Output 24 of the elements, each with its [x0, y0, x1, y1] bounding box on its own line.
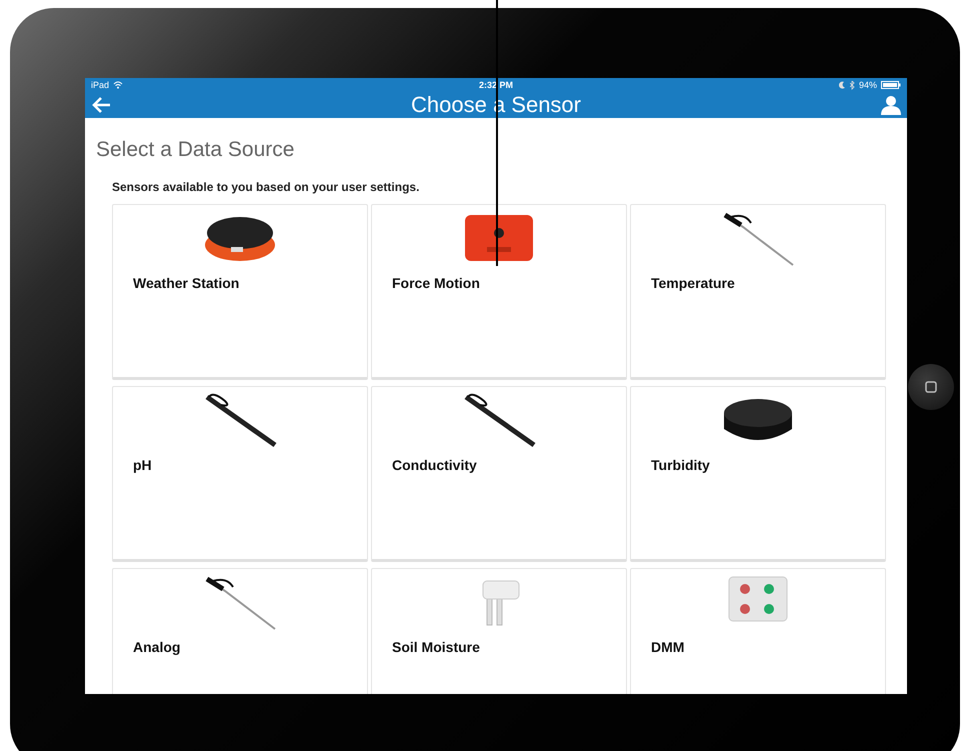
sensor-card[interactable]: Weather Station: [112, 204, 368, 380]
page-subtitle: Sensors available to you based on your user settings.: [112, 180, 420, 194]
sensor-card[interactable]: Force Motion: [371, 204, 627, 380]
sensor-card[interactable]: Soil Moisture: [371, 568, 627, 694]
wifi-icon: [113, 81, 124, 89]
sensor-card[interactable]: DMM: [630, 568, 886, 694]
sensor-card[interactable]: pH: [112, 386, 368, 562]
status-time: 2:32 PM: [478, 80, 513, 90]
device-name: iPad: [91, 80, 110, 90]
back-arrow-icon: [91, 96, 111, 114]
square-icon: [925, 381, 937, 393]
battery-percent: 94%: [858, 80, 877, 90]
user-icon: [881, 95, 901, 115]
page-title: Select a Data Source: [96, 138, 296, 162]
sensor-card[interactable]: Temperature: [630, 204, 886, 380]
sensor-card[interactable]: Conductivity: [371, 386, 627, 562]
back-button[interactable]: [91, 96, 111, 114]
battery-icon: [880, 81, 901, 89]
home-button[interactable]: [908, 364, 954, 410]
moon-icon: [838, 81, 846, 89]
profile-button[interactable]: [881, 95, 901, 115]
sensor-card[interactable]: Analog: [112, 568, 368, 694]
sensor-card[interactable]: Turbidity: [630, 386, 886, 562]
bluetooth-icon: [850, 80, 855, 90]
